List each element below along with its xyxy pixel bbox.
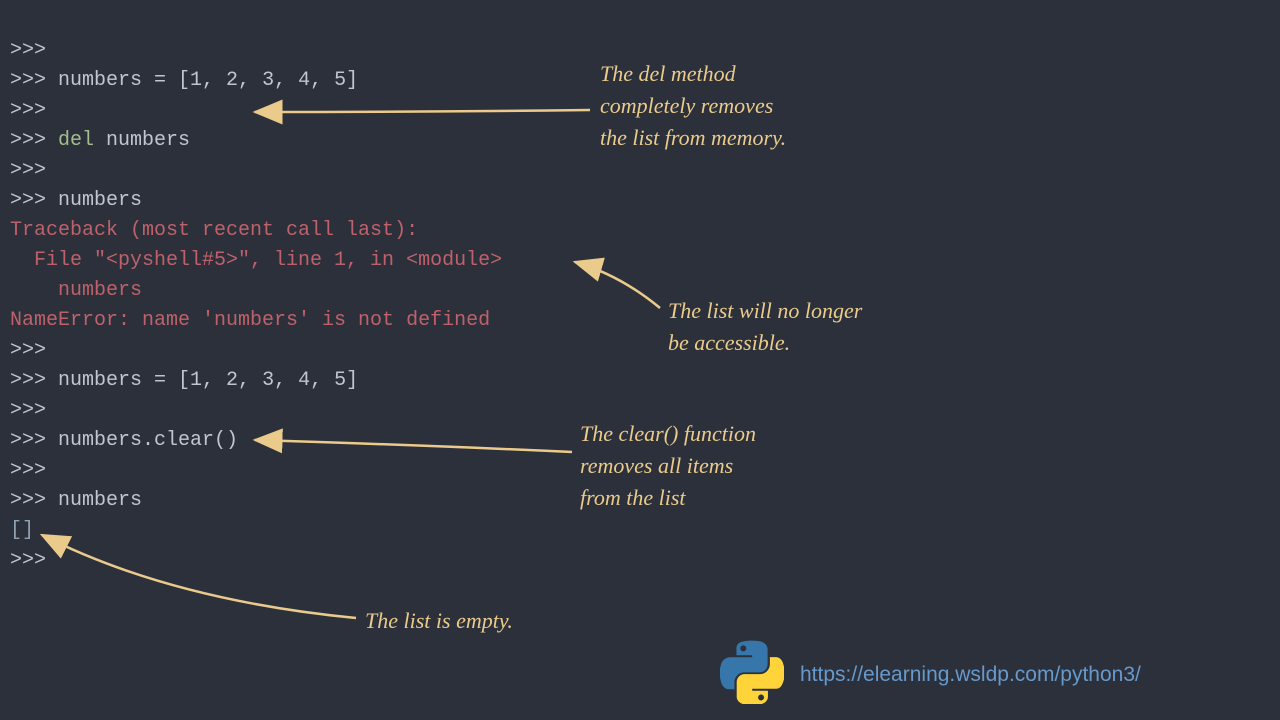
traceback-line: numbers — [10, 279, 142, 302]
annotation-line: completely removes — [600, 90, 786, 122]
del-keyword: del — [58, 129, 94, 152]
prompt: >>> — [10, 129, 46, 152]
prompt: >>> — [10, 489, 46, 512]
annotation-not-accessible: The list will no longer be accessible. — [668, 295, 862, 359]
prompt: >>> — [10, 399, 46, 422]
annotation-line: The list will no longer — [668, 295, 862, 327]
annotation-clear-function: The clear() function removes all items f… — [580, 418, 756, 514]
annotation-line: The del method — [600, 58, 786, 90]
annotation-line: from the list — [580, 482, 756, 514]
source-url[interactable]: https://elearning.wsldp.com/python3/ — [800, 663, 1141, 687]
code-line: numbers.clear() — [58, 429, 238, 452]
code-line: numbers = [1, 2, 3, 4, 5] — [58, 69, 358, 92]
annotation-line: The clear() function — [580, 418, 756, 450]
prompt: >>> — [10, 99, 46, 122]
prompt: >>> — [10, 39, 46, 62]
prompt: >>> — [10, 549, 46, 572]
code-line: numbers = [1, 2, 3, 4, 5] — [58, 369, 358, 392]
code-line: numbers — [58, 489, 142, 512]
traceback-line: Traceback (most recent call last): — [10, 219, 418, 242]
prompt: >>> — [10, 369, 46, 392]
annotation-line: be accessible. — [668, 327, 862, 359]
prompt: >>> — [10, 189, 46, 212]
del-arg: numbers — [94, 129, 190, 152]
prompt: >>> — [10, 69, 46, 92]
traceback-line: NameError: name 'numbers' is not defined — [10, 309, 490, 332]
output-empty-list: [] — [10, 519, 34, 542]
annotation-list-empty: The list is empty. — [365, 605, 513, 637]
annotation-line: removes all items — [580, 450, 756, 482]
annotation-del-method: The del method completely removes the li… — [600, 58, 786, 154]
prompt: >>> — [10, 339, 46, 362]
prompt: >>> — [10, 159, 46, 182]
annotation-line: the list from memory. — [600, 122, 786, 154]
code-line: numbers — [58, 189, 142, 212]
prompt: >>> — [10, 429, 46, 452]
traceback-line: File "<pyshell#5>", line 1, in <module> — [10, 249, 502, 272]
prompt: >>> — [10, 459, 46, 482]
python-logo-icon — [720, 640, 784, 704]
